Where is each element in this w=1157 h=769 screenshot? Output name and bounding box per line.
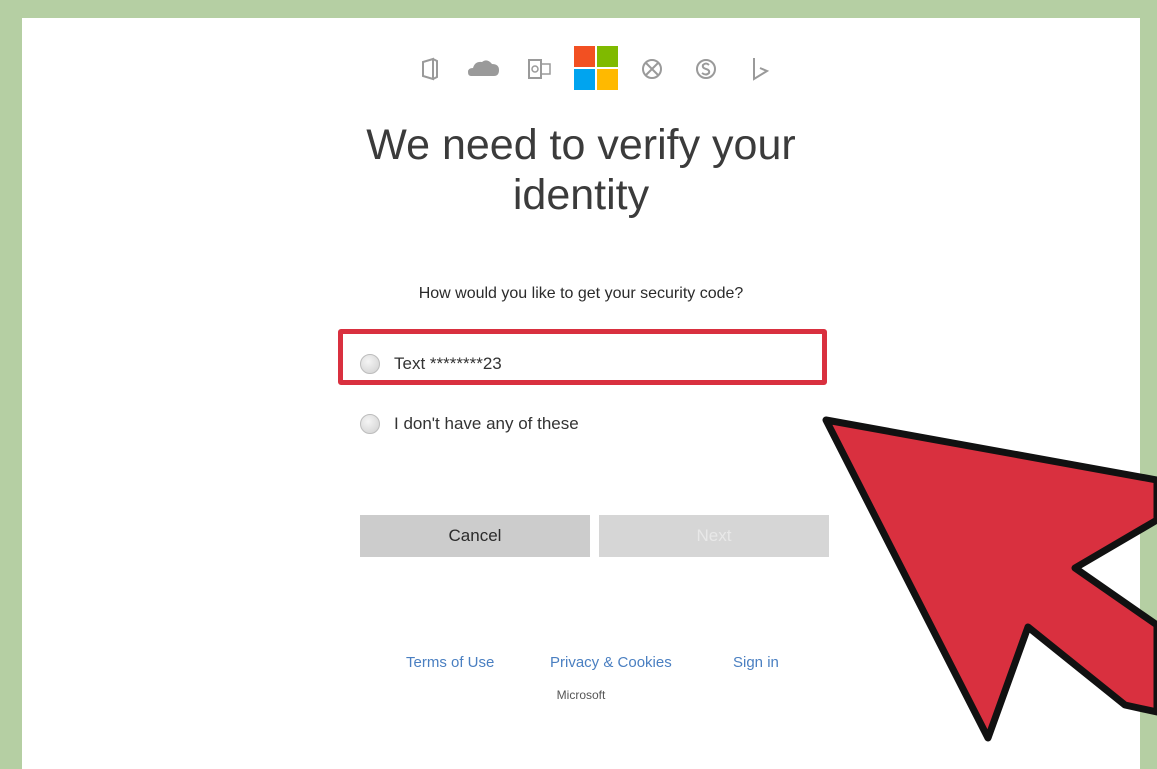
option-label: Text ********23	[394, 354, 502, 373]
option-no-methods[interactable]: I don't have any of these	[360, 412, 579, 436]
footer-brand: Microsoft	[556, 688, 606, 702]
outlook-icon	[527, 46, 553, 96]
radio-button[interactable]	[360, 354, 380, 374]
bing-icon	[750, 46, 772, 96]
product-icon-bar	[22, 46, 1140, 96]
security-code-question: How would you like to get your security …	[418, 285, 744, 302]
xbox-icon	[640, 46, 664, 96]
privacy-cookies-link[interactable]: Privacy & Cookies	[550, 654, 672, 671]
page-title-line-1: We need to verify your	[366, 121, 796, 169]
office-icon	[420, 46, 440, 96]
terms-of-use-link[interactable]: Terms of Use	[406, 654, 494, 671]
radio-button[interactable]	[360, 414, 380, 434]
microsoft-logo-icon	[574, 46, 618, 96]
page-title-line-2: identity	[512, 171, 650, 219]
page-title: We need to verify your identity	[22, 120, 1140, 220]
option-label: I don't have any of these	[394, 414, 579, 433]
onedrive-icon	[466, 46, 502, 96]
cancel-button[interactable]: Cancel	[360, 515, 590, 557]
next-button[interactable]: Next	[599, 515, 829, 557]
skype-icon	[694, 46, 718, 96]
verify-identity-page: We need to verify your identity How woul…	[22, 18, 1140, 769]
sign-in-link[interactable]: Sign in	[733, 654, 779, 671]
option-text-phone[interactable]: Text ********23	[360, 352, 502, 376]
